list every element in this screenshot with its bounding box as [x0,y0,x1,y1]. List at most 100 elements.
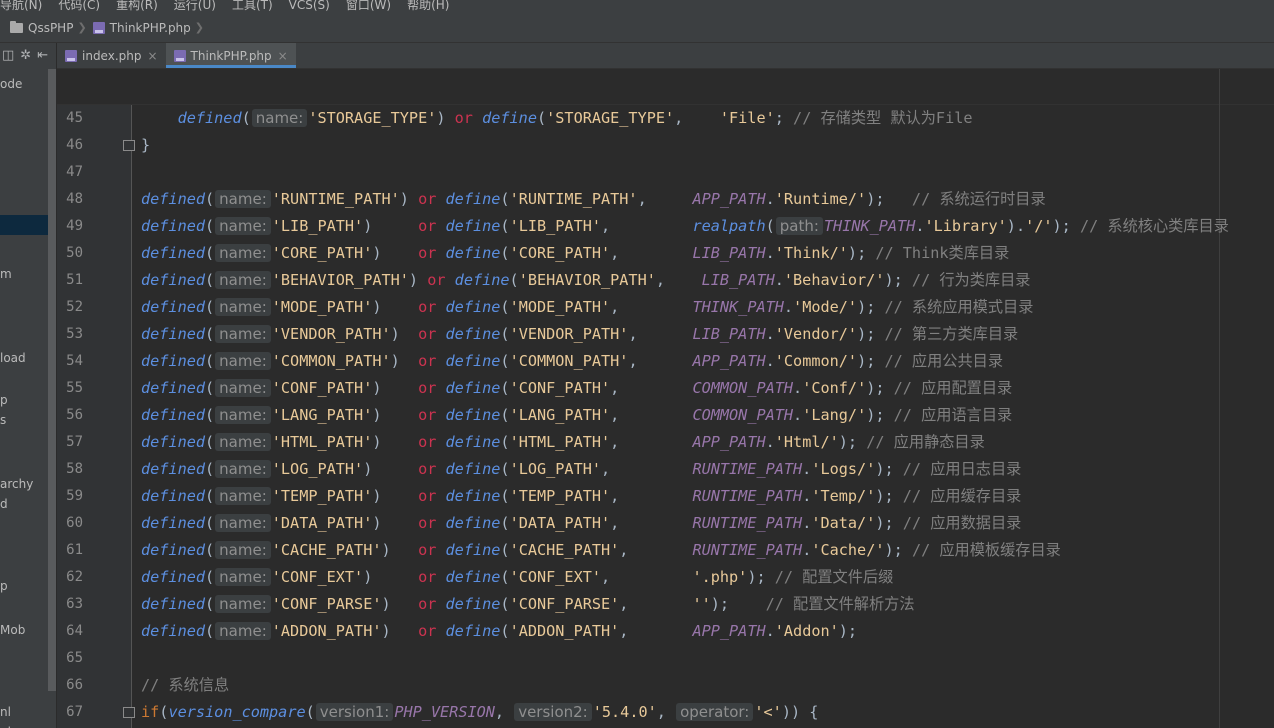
code-token: ( [500,244,510,262]
parameter-hint: name: [215,622,271,640]
fold-icon[interactable] [123,140,135,151]
code-token: ( [205,460,215,478]
code-token: . [783,298,794,316]
tree-item-label[interactable]: load [0,351,26,365]
code-line: 52 defined(name: 'MODE_PATH') or define('M… [57,294,1274,321]
string-literal: 'MODE_PATH' [271,298,373,316]
split-icon[interactable]: ◫ [2,48,14,63]
code-line: 51 defined(name: 'BEHAVIOR_PATH') or defin… [57,267,1274,294]
breadcrumb-file[interactable]: ThinkPHP.php [92,21,191,35]
code-line: 64 defined(name: 'ADDON_PATH') or define('… [57,618,1274,645]
code-comment: // 第三方类库目录 [884,325,1019,343]
string-literal: 'RUNTIME_PATH' [271,190,400,208]
menu-item[interactable]: 运行(U) [174,0,216,11]
php-file-icon [65,49,77,62]
close-icon[interactable]: × [147,49,157,63]
function-name: defined [141,433,206,451]
code-token: ) [390,352,419,370]
tab-index-php[interactable]: index.php × [57,43,166,68]
code-comment: // Think类库目录 [875,244,1010,262]
code-token: ); [875,460,903,478]
code-token: ( [500,568,510,586]
line-number: 46 [66,137,83,153]
tree-item-label[interactable]: p [0,393,8,407]
code-token: . [765,622,775,640]
keyword-or: or [418,433,437,451]
code-token: . [802,487,812,505]
project-tool-window: ◫ ✲ ⇤ odemloadpsarchydpMobnlnl [0,43,57,728]
code-token: ). [1006,217,1026,235]
code-token: , [610,244,693,262]
code-token: ( [500,541,510,559]
code-line: 47 [57,159,1274,186]
code-token: . [774,271,784,289]
string-literal: 'HTML_PATH' [509,433,611,451]
code-area[interactable]: 45 defined(name: 'STORAGE_TYPE') or defin… [57,105,1274,726]
code-token: , [610,433,693,451]
string-literal: 'Vendor/' [774,325,858,343]
keyword-or: or [418,244,437,262]
code-token: ( [500,379,510,397]
tree-item-label[interactable]: nl [0,705,11,719]
string-literal: 'CONF_EXT' [271,568,364,586]
line-number: 45 [66,110,83,126]
keyword-or: or [418,460,437,478]
breadcrumb-project[interactable]: QssPHP [10,20,73,35]
hide-panel-icon[interactable]: ⇤ [37,48,48,63]
tree-item-label[interactable]: Mob [0,623,25,637]
menu-item[interactable]: 窗口(W) [346,0,391,11]
string-literal: 'CORE_PATH' [271,244,373,262]
php-file-icon [92,21,105,34]
function-name: defined [141,217,206,235]
menu-item[interactable]: 代码(C) [58,0,100,11]
code-token: ) [363,460,419,478]
gear-icon[interactable]: ✲ [20,48,31,63]
editor-tabs: index.php × ThinkPHP.php × [57,43,1274,69]
code-token: ) [363,217,419,235]
function-name: defined [141,379,206,397]
fold-icon[interactable] [123,707,135,718]
keyword-or: or [418,622,437,640]
code-line: 57 defined(name: 'HTML_PATH') or define('H… [57,429,1274,456]
parameter-hint: name: [215,298,271,316]
menu-item[interactable]: 导航(N) [0,0,42,11]
menu-bar: 导航(N) 代码(C) 重构(R) 运行(U) 工具(T) VCS(S) 窗口(W) 帮助(H… [0,0,1274,13]
tree-item-label[interactable]: m [0,267,12,281]
code-token: ( [500,406,510,424]
code-token: ( [500,325,510,343]
tree-item-label[interactable]: s [0,413,6,427]
code-text: defined(name: 'VENDOR_PATH') or define('V… [141,321,1018,348]
code-text: defined(name: 'CONF_PATH') or define('CON… [141,375,1012,402]
selected-tree-row[interactable] [0,215,48,235]
code-token: ); [857,325,885,343]
tree-item-label[interactable]: ode [0,77,22,91]
string-literal: 'TEMP_PATH' [509,487,611,505]
function-name: defined [141,622,206,640]
scrollbar[interactable] [48,69,56,691]
code-text: defined(name: 'HTML_PATH') or define('HTM… [141,429,985,456]
menu-item[interactable]: 重构(R) [116,0,158,11]
menu-item[interactable]: 工具(T) [232,0,273,11]
string-literal: 'LIB_PATH' [509,217,601,235]
code-token: )) { [781,703,819,721]
menu-item[interactable]: VCS(S) [289,0,330,11]
code-text: defined(name: 'STORAGE_TYPE') or define('… [141,105,973,132]
code-editor[interactable]: 45 defined(name: 'STORAGE_TYPE') or defin… [57,69,1274,728]
closing-brace: } [141,136,151,154]
tree-item-label[interactable]: p [0,579,8,593]
code-token: ( [205,244,215,262]
menu-item[interactable]: 帮助(H) [407,0,449,11]
tree-item-label[interactable]: d [0,497,8,511]
tree-item-label[interactable]: archy [0,477,33,491]
code-text: defined(name: 'LIB_PATH') or define('LIB_… [141,213,1229,240]
close-icon[interactable]: × [278,49,288,63]
code-comment: // 系统运行时目录 [911,190,1046,208]
code-line: 46} [57,132,1274,159]
code-token: ) [408,271,428,289]
code-token: , [610,298,693,316]
tab-thinkphp-php[interactable]: ThinkPHP.php × [165,43,296,68]
code-comment: // 应用日志目录 [902,460,1022,478]
